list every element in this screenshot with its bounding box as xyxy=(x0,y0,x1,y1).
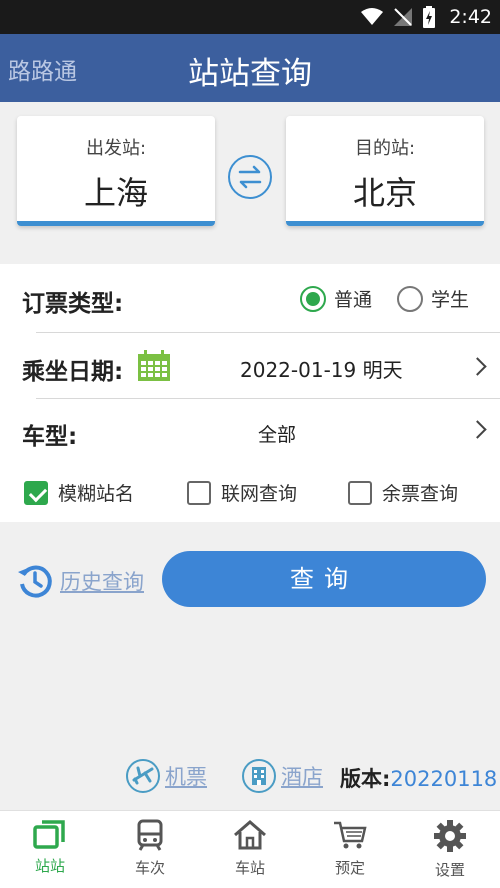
tab-settings[interactable]: 设置 xyxy=(400,811,500,888)
departure-label: 出发站: xyxy=(85,138,147,159)
divider xyxy=(36,332,500,333)
checkbox-online-query-label: 联网查询 xyxy=(221,483,298,505)
checkbox-remaining-tickets[interactable]: 余票查询 xyxy=(348,479,458,506)
checkbox-fuzzy-station-label: 模糊站名 xyxy=(58,483,135,505)
query-button[interactable]: 查询 xyxy=(162,551,486,607)
destination-station-name: 北京 xyxy=(352,174,417,212)
train-type-row[interactable]: 车型: 全部 xyxy=(0,399,500,463)
checkbox-fuzzy-station-box xyxy=(24,480,48,505)
version-label: 版本: xyxy=(340,767,391,791)
radio-regular[interactable]: 普通 xyxy=(300,285,372,312)
status-time: 2:42 xyxy=(449,6,492,28)
wifi-icon xyxy=(361,8,384,25)
hotel-label: 酒店 xyxy=(281,765,323,789)
train-type-value: 全部 xyxy=(258,424,297,446)
station-to-station-icon xyxy=(33,820,65,849)
flight-tickets-label: 机票 xyxy=(165,765,207,789)
calendar-icon xyxy=(138,350,170,381)
page-title: 站站查询 xyxy=(188,56,312,92)
version-number: 20220118 xyxy=(390,767,498,791)
tab-label: 设置 xyxy=(434,861,465,879)
radio-regular-indicator xyxy=(300,285,326,312)
checkbox-fuzzy-station[interactable]: 模糊站名 xyxy=(24,479,134,506)
swap-arrows-icon xyxy=(238,165,262,189)
checkbox-remaining-tickets-box xyxy=(348,480,372,505)
no-signal-icon xyxy=(394,8,413,26)
departure-station-card[interactable]: 出发站: 上海 xyxy=(17,116,215,226)
date-row[interactable]: 乘坐日期: 2022-01-19 明天 xyxy=(0,334,500,398)
chevron-right-icon xyxy=(468,420,487,439)
radio-student-indicator xyxy=(397,285,423,312)
cart-icon xyxy=(334,821,367,849)
departure-station-name: 上海 xyxy=(83,174,148,212)
date-value: 2022-01-19 明天 xyxy=(240,358,403,382)
gear-icon xyxy=(434,820,466,852)
tab-label: 预定 xyxy=(334,859,365,877)
swap-stations-button[interactable] xyxy=(228,155,272,199)
destination-label: 目的站: xyxy=(354,138,416,159)
checkbox-remaining-tickets-label: 余票查询 xyxy=(382,483,459,505)
version-info: 版本:20220118 xyxy=(340,763,497,793)
train-icon xyxy=(137,819,163,851)
hotel-link[interactable]: 酒店 xyxy=(241,757,323,795)
tab-station[interactable]: 车站 xyxy=(200,811,300,888)
chevron-right-icon xyxy=(468,357,487,376)
flight-tickets-link[interactable]: 机票 xyxy=(125,757,207,795)
radio-student[interactable]: 学生 xyxy=(397,285,469,312)
radio-regular-label: 普通 xyxy=(334,289,373,311)
tab-booking[interactable]: 预定 xyxy=(300,811,400,888)
app-bar: 路路通 站站查询 xyxy=(0,34,500,102)
ticket-type-label: 订票类型: xyxy=(22,291,124,317)
battery-charging-icon xyxy=(423,6,436,28)
checkbox-online-query[interactable]: 联网查询 xyxy=(187,479,297,506)
train-type-label: 车型: xyxy=(22,424,78,450)
tab-station-to-station[interactable]: 站站 xyxy=(0,811,100,888)
tab-train-number[interactable]: 车次 xyxy=(100,811,200,888)
checkbox-online-query-box xyxy=(187,480,211,505)
tab-label: 站站 xyxy=(34,857,65,875)
bottom-tab-bar: 站站 车次 车站 预定 设置 xyxy=(0,810,500,888)
tab-label: 车站 xyxy=(234,859,265,877)
destination-station-card[interactable]: 目的站: 北京 xyxy=(286,116,484,226)
history-query-label: 历史查询 xyxy=(60,570,144,594)
date-label: 乘坐日期: xyxy=(22,359,124,385)
status-bar: 2:42 xyxy=(0,0,500,34)
airplane-icon xyxy=(126,759,160,793)
radio-student-label: 学生 xyxy=(431,289,470,311)
hotel-building-icon xyxy=(242,759,276,793)
tab-label: 车次 xyxy=(134,859,165,877)
history-clock-icon xyxy=(18,565,52,598)
history-query-link[interactable]: 历史查询 xyxy=(16,562,144,600)
station-house-icon xyxy=(234,820,266,850)
